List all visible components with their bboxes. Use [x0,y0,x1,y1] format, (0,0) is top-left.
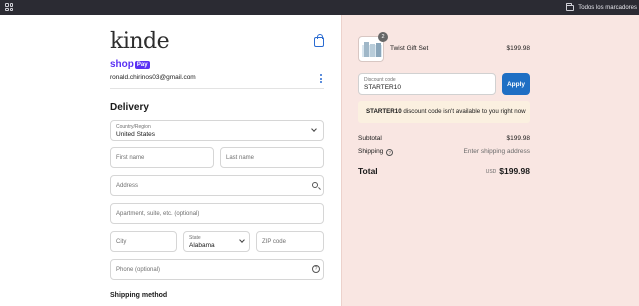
notice-text: discount code isn't available to you rig… [401,108,526,115]
shipping-help-icon[interactable]: ? [386,149,394,156]
order-summary-panel [341,15,639,306]
shopping-bag-icon[interactable] [314,34,324,47]
state-label: State [189,235,201,241]
first-name-field[interactable]: First name [110,147,214,168]
discount-code-label: Discount code [364,77,396,83]
total-value: $199.98 [499,166,530,176]
folder-icon [566,2,575,11]
account-menu-icon[interactable] [320,74,322,83]
shop-pay-shop-text: shop [110,59,134,70]
shipping-label: Shipping [358,148,384,155]
bookmarks-folder-label: Todos los marcadores [578,4,637,11]
country-label: Country/Region [116,124,151,130]
shipping-value: Enter shipping address [463,148,531,155]
delivery-heading: Delivery [110,102,149,113]
subtotal-label: Subtotal [358,135,382,142]
notice-code: STARTER10 [366,108,402,115]
phone-field[interactable]: Phone (optional) ? [110,259,324,280]
shipping-method-heading: Shipping method [110,292,168,299]
subtotal-value: $199.98 [506,135,531,142]
city-placeholder: City [116,239,127,245]
discount-code-value: STARTER10 [364,84,401,91]
total-currency: USD [485,169,497,175]
apartment-placeholder: Apartment, suite, etc. (optional) [116,211,200,217]
store-logo[interactable]: kinde [110,31,170,53]
help-icon[interactable]: ? [312,265,320,273]
apartment-field[interactable]: Apartment, suite, etc. (optional) [110,203,324,224]
address-placeholder: Address [116,183,139,189]
last-name-field[interactable]: Last name [220,147,324,168]
shop-pay-badge: shop Pay [110,59,150,70]
chevron-down-icon [239,237,245,243]
zip-code-placeholder: ZIP code [262,239,286,245]
account-email: ronald.chirinos03@gmail.com [110,74,196,81]
first-name-placeholder: First name [116,155,145,161]
phone-placeholder: Phone (optional) [116,267,161,273]
chevron-down-icon [311,126,317,132]
divider [110,88,324,89]
product-name: Twist Gift Set [390,45,429,52]
browser-bookmark-bar: Todos los marcadores [0,0,639,15]
state-select[interactable]: State Alabama [183,231,250,252]
bookmarks-folder[interactable]: Todos los marcadores [566,2,637,13]
country-value: United States [116,131,156,138]
product-price: $199.98 [506,45,531,52]
total-label: Total [358,166,378,176]
shop-pay-pay-text: Pay [134,60,150,69]
apps-grid-icon[interactable] [5,3,13,11]
zip-code-field[interactable]: ZIP code [256,231,324,252]
item-quantity-badge: 2 [378,32,388,42]
search-icon[interactable] [312,182,318,188]
apply-discount-button[interactable]: Apply [502,73,530,95]
discount-code-input[interactable]: Discount code STARTER10 [358,73,496,95]
country-select[interactable]: Country/Region United States [110,120,324,141]
city-field[interactable]: City [110,231,177,252]
address-field[interactable]: Address [110,175,324,196]
state-value: Alabama [189,242,215,249]
last-name-placeholder: Last name [226,155,255,161]
discount-notice: STARTER10 discount code isn't available … [358,101,530,123]
